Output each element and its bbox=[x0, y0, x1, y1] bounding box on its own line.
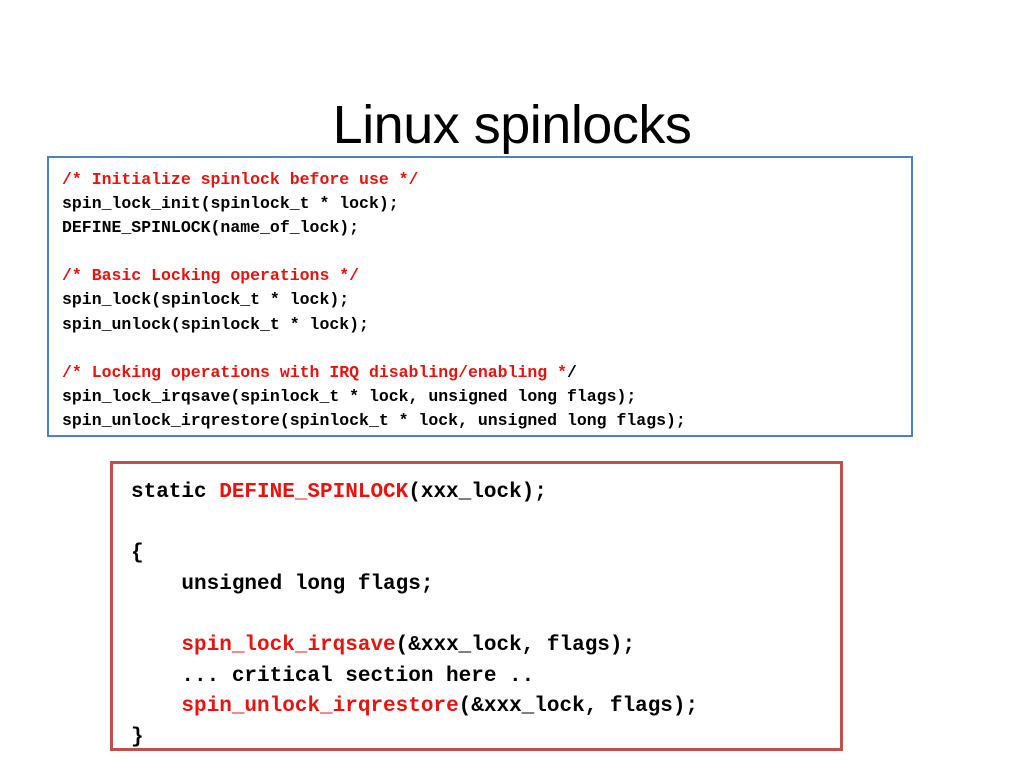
code-text: unsigned long flags; bbox=[131, 572, 434, 596]
code-line: spin_lock_irqsave(&xxx_lock, flags); bbox=[131, 631, 840, 662]
code-line: DEFINE_SPINLOCK(name_of_lock); bbox=[62, 216, 911, 240]
code-line: spin_unlock(spinlock_t * lock); bbox=[62, 313, 911, 337]
code-text: { bbox=[131, 542, 144, 566]
code-comment-text: spin_lock_irqsave bbox=[181, 633, 396, 657]
code-text: static bbox=[131, 481, 220, 504]
code-line: spin_lock_init(spinlock_t * lock); bbox=[62, 192, 911, 216]
code-line: spin_unlock_irqrestore(&xxx_lock, flags)… bbox=[131, 692, 840, 723]
code-line: /* Initialize spinlock before use */ bbox=[62, 168, 911, 192]
code-comment-text: spin_unlock_irqrestore bbox=[181, 695, 459, 719]
code-line: } bbox=[131, 723, 840, 754]
code-text: / bbox=[566, 362, 577, 382]
spinlock-api-code-block: /* Initialize spinlock before use */ spin… bbox=[47, 156, 913, 437]
code-line: /* Basic Locking operations */ bbox=[62, 264, 911, 288]
code-text: DEFINE_SPINLOCK(name_of_lock); bbox=[62, 218, 360, 238]
code-line: ... critical section here .. bbox=[131, 662, 840, 693]
code-text: (&xxx_lock, flags); bbox=[458, 695, 699, 719]
code-line: /* Locking operations with IRQ disabling… bbox=[62, 361, 911, 385]
code-line: spin_lock(spinlock_t * lock); bbox=[62, 288, 911, 312]
code-text: (&xxx_lock, flags); bbox=[395, 633, 636, 657]
code-line: spin_lock_irqsave(spinlock_t * lock, uns… bbox=[62, 385, 911, 409]
code-text: spin_unlock_irqrestore(spinlock_t * lock… bbox=[62, 410, 686, 430]
code-text: (xxx_lock); bbox=[408, 481, 547, 504]
page-title: Linux spinlocks bbox=[332, 95, 692, 156]
code-text: spin_lock(spinlock_t * lock); bbox=[62, 290, 350, 310]
code-line: { bbox=[131, 539, 840, 570]
spinlock-usage-code-block: static DEFINE_SPINLOCK(xxx_lock); { unsi… bbox=[110, 461, 843, 751]
code-text: } bbox=[131, 725, 144, 749]
code-line: spin_unlock_irqrestore(spinlock_t * lock… bbox=[62, 409, 911, 433]
code-line: static DEFINE_SPINLOCK(xxx_lock); bbox=[131, 478, 840, 509]
code-comment-text: DEFINE_SPINLOCK bbox=[219, 481, 409, 504]
code-text: spin_unlock(spinlock_t * lock); bbox=[62, 314, 369, 334]
code-text: spin_lock_irqsave(spinlock_t * lock, uns… bbox=[62, 386, 637, 406]
code-text: ... critical section here .. bbox=[131, 664, 535, 688]
code-comment-text: /* Basic Locking operations */ bbox=[62, 266, 360, 286]
code-line: unsigned long flags; bbox=[131, 570, 840, 601]
code-comment-text: /* Locking operations with IRQ disabling… bbox=[62, 362, 567, 382]
code-text: spin_lock_init(spinlock_t * lock); bbox=[62, 194, 399, 214]
code-comment-text: /* Initialize spinlock before use */ bbox=[62, 170, 419, 189]
